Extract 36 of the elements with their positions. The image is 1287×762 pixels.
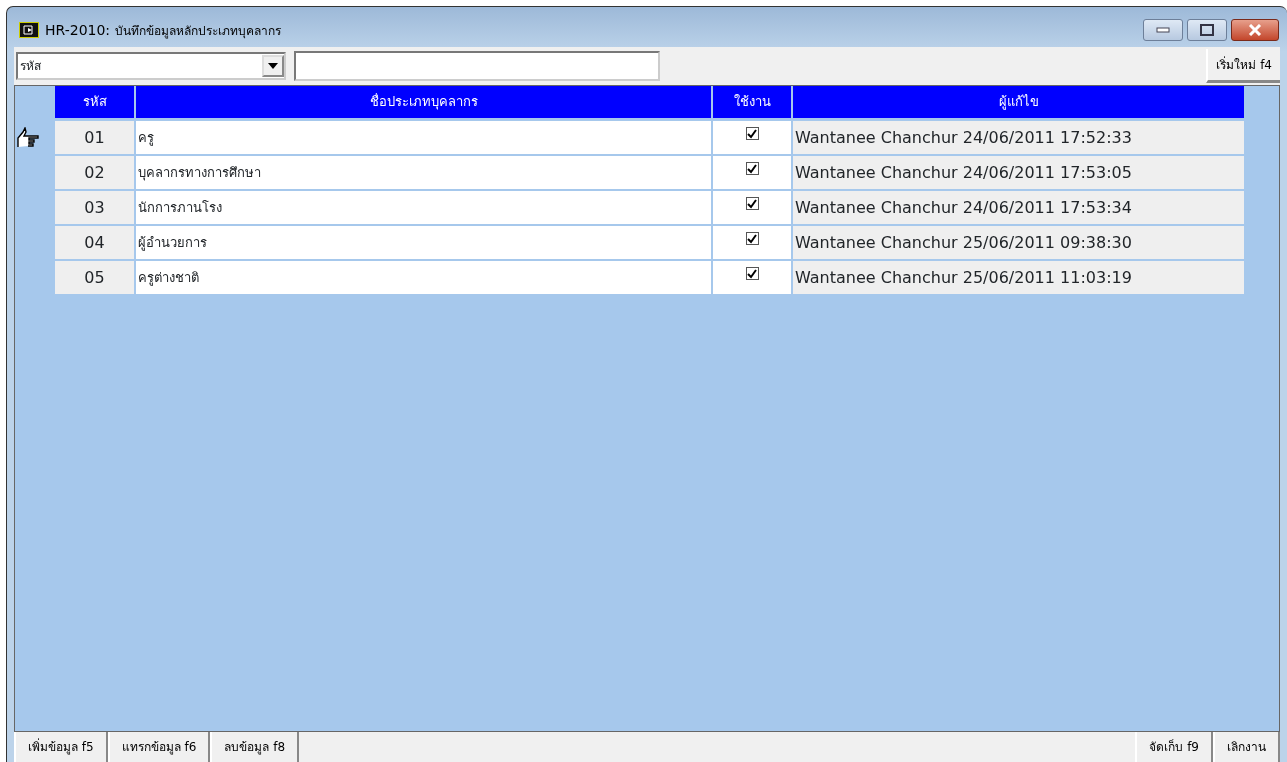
- window-title: HR-2010: บันทึกข้อมูลหลักประเภทบุคลากร: [45, 20, 281, 41]
- table-cell: 02: [55, 156, 136, 191]
- close-button[interactable]: [1231, 19, 1279, 41]
- table-cell: Wantanee Chanchur 24/06/2011 17:53:34: [793, 191, 1246, 226]
- table-cell: บุคลากรทางการศึกษา: [136, 156, 713, 191]
- table-cell: ครูต่างชาติ: [136, 261, 713, 296]
- action-button[interactable]: ลบข้อมูล f8: [210, 732, 300, 762]
- reset-button[interactable]: เริ่มใหม่ f4: [1206, 49, 1280, 83]
- table-cell: ผู้อำนวยการ: [136, 226, 713, 261]
- table-cell: Wantanee Chanchur 24/06/2011 17:53:05: [793, 156, 1246, 191]
- action-button[interactable]: เลิกงาน: [1213, 732, 1280, 762]
- table-cell: Wantanee Chanchur 25/06/2011 11:03:19: [793, 261, 1246, 296]
- app-icon: [19, 22, 39, 38]
- column-header: รหัส: [55, 86, 136, 120]
- search-input[interactable]: [294, 51, 660, 81]
- maximize-icon: [1200, 24, 1214, 36]
- column-header: ผู้แก้ไข: [793, 86, 1246, 120]
- action-button[interactable]: แทรกข้อมูล f6: [107, 732, 211, 762]
- minimize-button[interactable]: [1143, 19, 1183, 41]
- table-cell: 03: [55, 191, 136, 226]
- column-header: ชื่อประเภทบุคลากร: [136, 86, 713, 120]
- search-field-dropdown[interactable]: รหัส: [16, 52, 286, 80]
- table-cell: 04: [55, 226, 136, 261]
- action-button[interactable]: เพิ่มข้อมูล f5: [14, 732, 108, 762]
- table-cell: 05: [55, 261, 136, 296]
- table-cell: นักการภานโรง: [136, 191, 713, 226]
- table-cell: Wantanee Chanchur 24/06/2011 17:52:33: [793, 121, 1246, 156]
- action-button[interactable]: จัดเก็บ f9: [1135, 732, 1213, 762]
- minimize-icon: [1156, 27, 1170, 33]
- table-cell: ครู: [136, 121, 713, 156]
- column-header: ใช้งาน: [713, 86, 793, 120]
- maximize-button[interactable]: [1187, 19, 1227, 41]
- table-cell: Wantanee Chanchur 25/06/2011 09:38:30: [793, 226, 1246, 261]
- table-cell: 01: [55, 121, 136, 156]
- dropdown-arrow-icon: [268, 63, 278, 69]
- close-icon: [1247, 24, 1263, 36]
